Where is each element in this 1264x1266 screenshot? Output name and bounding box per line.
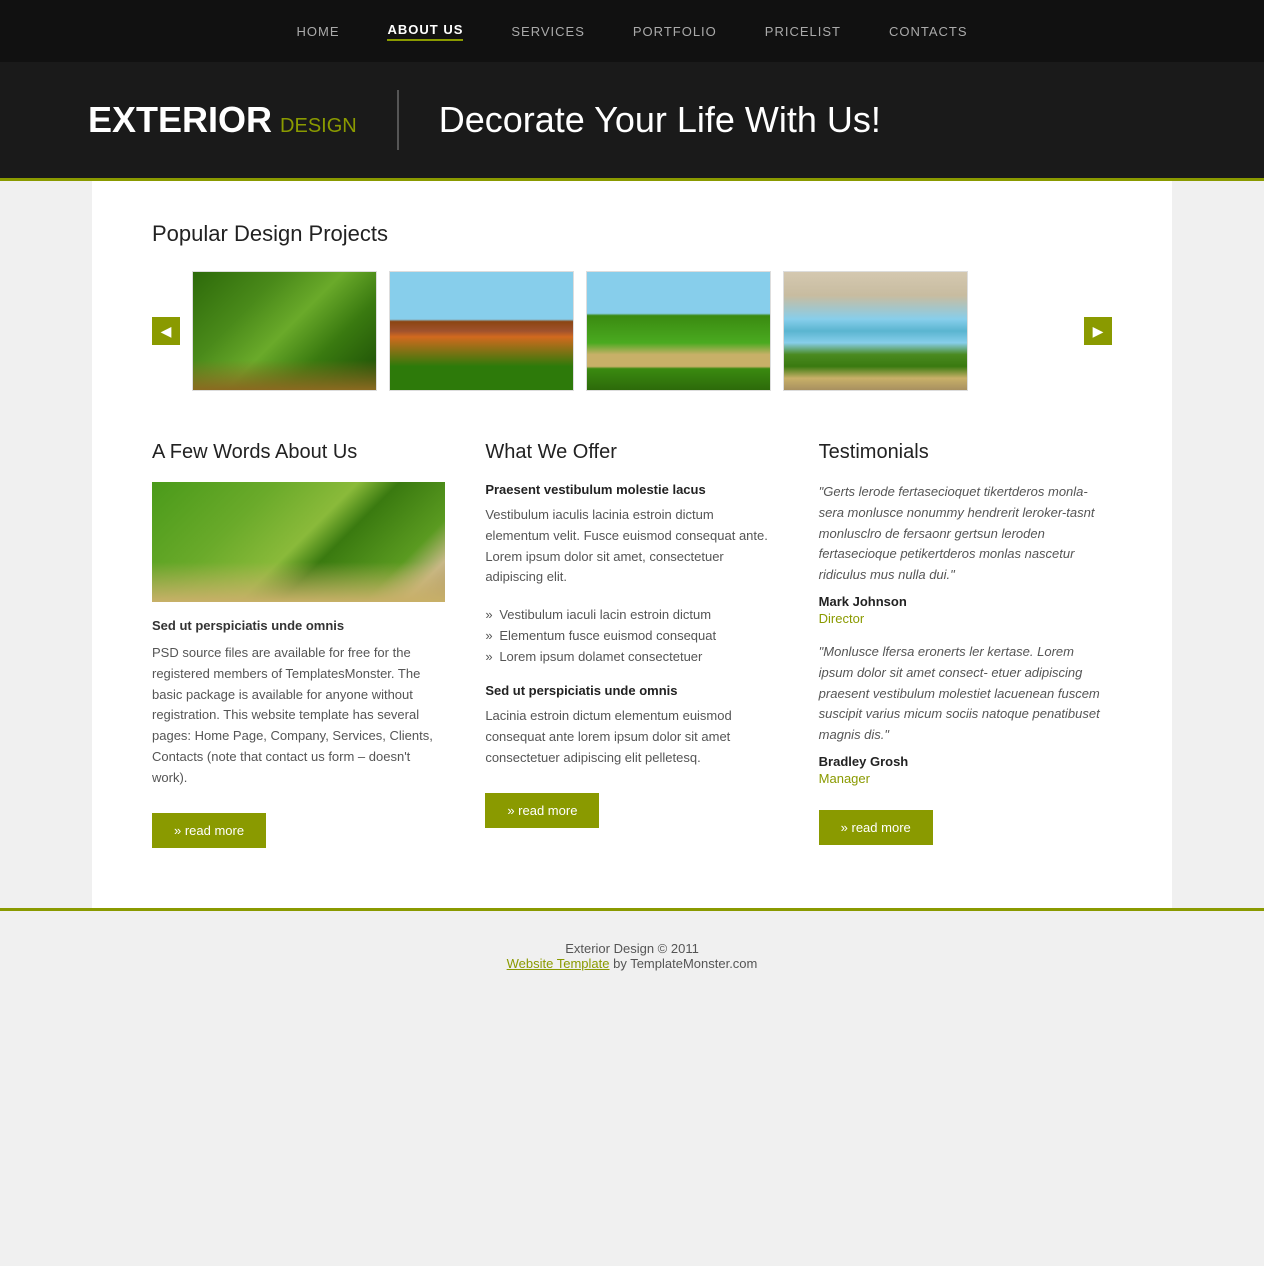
offer-list: Vestibulum iaculi lacin estroin dictum E… [485, 604, 778, 667]
footer-template-link[interactable]: Website Template [507, 956, 610, 971]
footer-copyright: Exterior Design © 2011 [30, 941, 1234, 956]
offer-column: What We Offer Praesent vestibulum molest… [485, 441, 778, 848]
testimonials-readmore-button[interactable]: » read more [819, 810, 933, 845]
popular-title: Popular Design Projects [152, 221, 1112, 247]
nav-about[interactable]: ABOUT US [387, 22, 463, 41]
testimonials-column: Testimonials "Gerts lerode fertasecioque… [819, 441, 1112, 848]
gallery-prev-arrow[interactable]: ◀ [152, 317, 180, 345]
testimonial-role-2: Manager [819, 771, 1112, 786]
testimonial-name-2: Bradley Grosh [819, 754, 1112, 769]
nav-pricelist[interactable]: PRICELIST [765, 24, 841, 39]
about-subtitle: Sed ut perspiciatis unde omnis [152, 618, 445, 633]
offer-list-item: Vestibulum iaculi lacin estroin dictum [485, 604, 778, 625]
offer-title: What We Offer [485, 441, 778, 464]
footer: Exterior Design © 2011 Website Template … [0, 908, 1264, 1001]
gallery-image-3[interactable] [586, 271, 771, 391]
nav-portfolio[interactable]: PORTFOLIO [633, 24, 717, 39]
brand-logo: EXTERIOR DESIGN [80, 99, 357, 141]
footer-template: Website Template by TemplateMonster.com [30, 956, 1234, 971]
hero-section: EXTERIOR DESIGN Decorate Your Life With U… [0, 62, 1264, 181]
nav-home[interactable]: HOME [296, 24, 339, 39]
nav-services[interactable]: SERVICES [511, 24, 585, 39]
offer-subtitle2: Sed ut perspiciatis unde omnis [485, 683, 778, 698]
about-title: A Few Words About Us [152, 441, 445, 464]
offer-subtitle1: Praesent vestibulum molestie lacus [485, 482, 778, 497]
gallery-image-4[interactable] [783, 271, 968, 391]
about-column: A Few Words About Us Sed ut perspiciatis… [152, 441, 445, 848]
about-text: PSD source files are available for free … [152, 643, 445, 789]
navigation: HOME ABOUT US SERVICES PORTFOLIO PRICELI… [0, 0, 1264, 62]
footer-suffix: by TemplateMonster.com [609, 956, 757, 971]
offer-text2: Lacinia estroin dictum elementum euismod… [485, 706, 778, 768]
logo-main: EXTERIOR [88, 99, 272, 140]
about-readmore-button[interactable]: » read more [152, 813, 266, 848]
testimonial-name-1: Mark Johnson [819, 594, 1112, 609]
gallery-next-arrow[interactable]: ▶ [1084, 317, 1112, 345]
testimonials-title: Testimonials [819, 441, 1112, 464]
offer-list-item: Lorem ipsum dolamet consectetuer [485, 646, 778, 667]
hero-tagline: Decorate Your Life With Us! [439, 99, 881, 141]
gallery-images [192, 271, 1072, 391]
hero-divider [397, 90, 399, 150]
about-image [152, 482, 445, 602]
gallery-image-1[interactable] [192, 271, 377, 391]
testimonial-quote-1: "Gerts lerode fertasecioquet tikertderos… [819, 482, 1112, 586]
three-columns: A Few Words About Us Sed ut perspiciatis… [152, 441, 1112, 848]
offer-list-item: Elementum fusce euismod consequat [485, 625, 778, 646]
testimonial-role-1: Director [819, 611, 1112, 626]
main-content: Popular Design Projects ◀ ▶ A Few Words … [92, 181, 1172, 908]
gallery-wrapper: ◀ ▶ [152, 271, 1112, 391]
gallery-image-2[interactable] [389, 271, 574, 391]
nav-contacts[interactable]: CONTACTS [889, 24, 968, 39]
logo-sub: DESIGN [280, 115, 357, 137]
testimonial-quote-2: "Monlusce lfersa eronerts ler kertase. L… [819, 642, 1112, 746]
offer-readmore-button[interactable]: » read more [485, 793, 599, 828]
offer-text1: Vestibulum iaculis lacinia estroin dictu… [485, 505, 778, 588]
